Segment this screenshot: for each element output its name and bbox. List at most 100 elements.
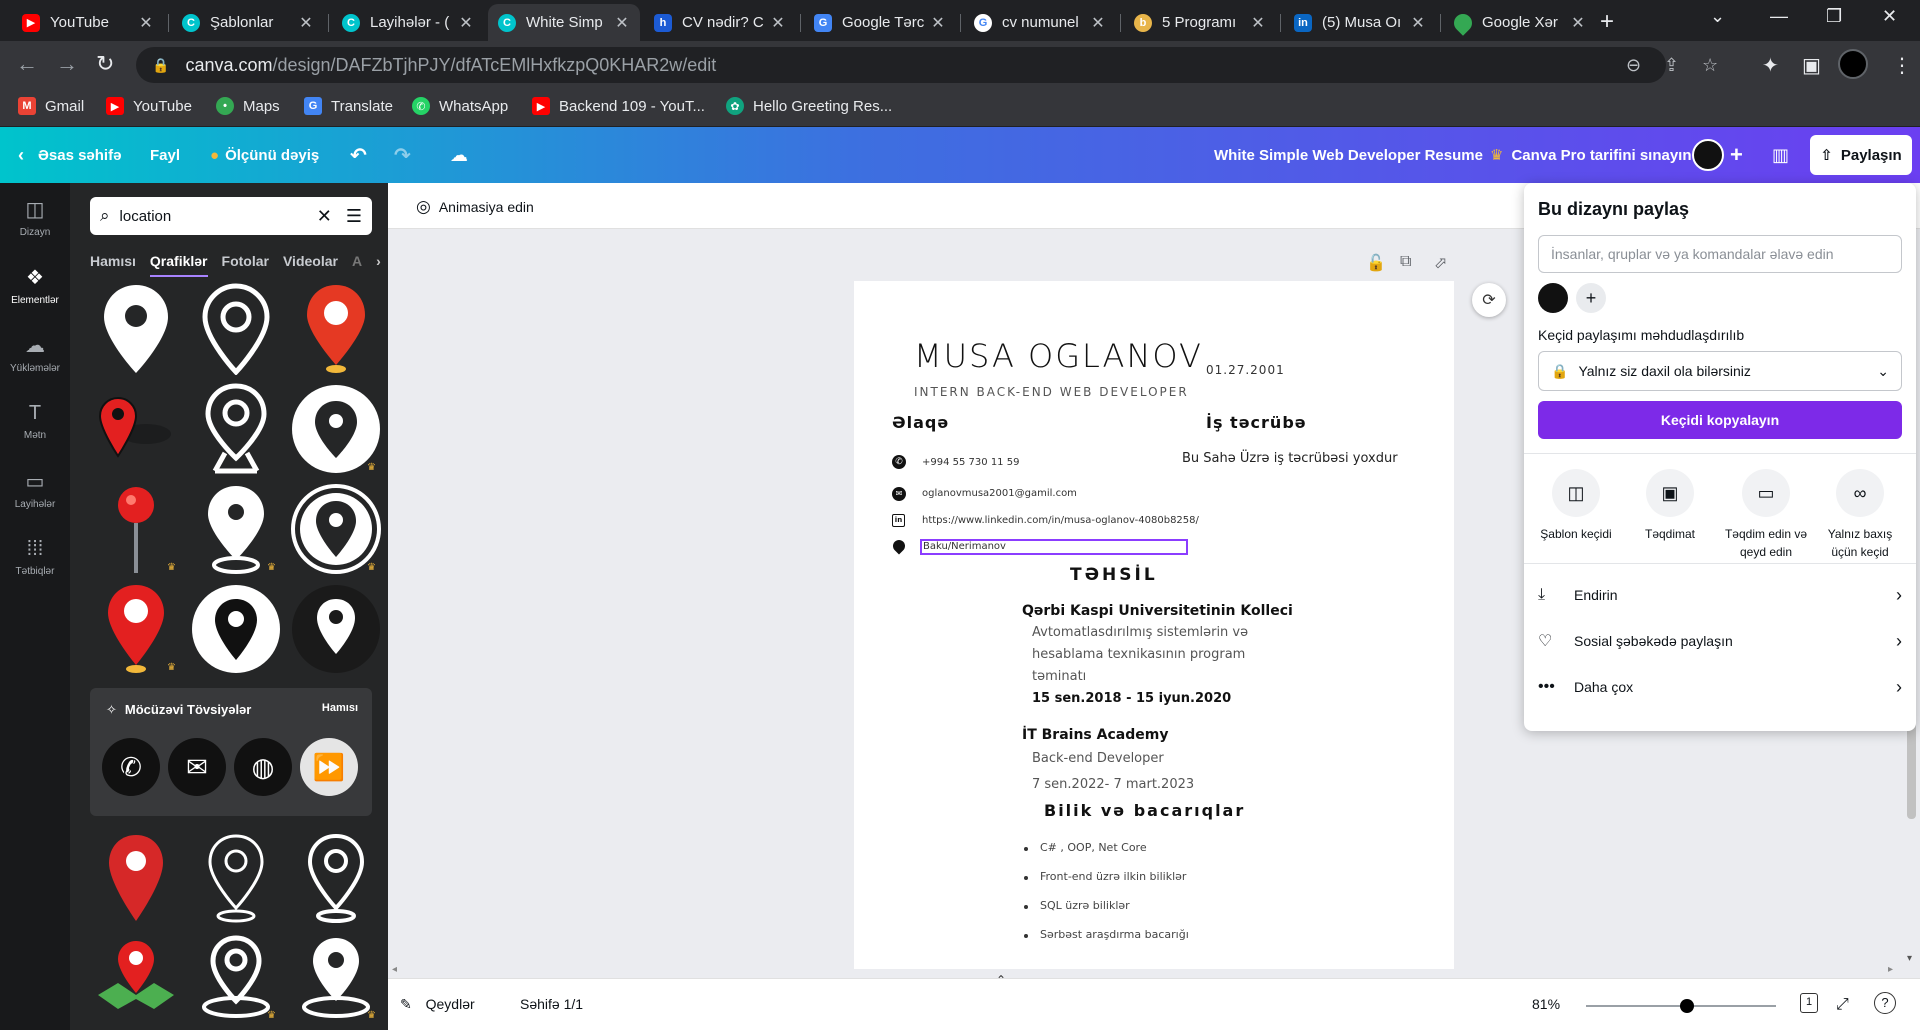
graphic-pin-double-ring[interactable]: ♛ — [288, 481, 384, 577]
lock-page-icon[interactable]: 🔓 — [1366, 253, 1386, 273]
tab-all[interactable]: Hamısı — [90, 253, 136, 277]
close-window-icon[interactable]: ✕ — [1882, 6, 1897, 27]
option-present-record[interactable]: ▭ Təqdim edin və qeyd edin — [1720, 469, 1812, 561]
close-tab-icon[interactable]: ✕ — [770, 13, 786, 33]
contact-phone[interactable]: +994 55 730 11 59 — [922, 457, 1019, 468]
school2-name[interactable]: İT Brains Academy — [1022, 727, 1168, 743]
option-template-link[interactable]: ◫ Şablon keçidi — [1530, 469, 1622, 543]
zoom-level[interactable]: 81% — [1532, 996, 1560, 1012]
bookmark-whatsapp[interactable]: ✆ WhatsApp — [412, 97, 508, 115]
undo-icon[interactable]: ↶ — [350, 127, 367, 183]
skills-heading[interactable]: Bilik və bacarıqlar — [1044, 801, 1245, 820]
skill-item[interactable]: SQL üzrə biliklər — [1040, 899, 1130, 912]
minimize-icon[interactable]: — — [1770, 6, 1788, 27]
resume-name[interactable]: MUSA OGLANOV — [914, 337, 1203, 375]
share-button[interactable]: ⇧ Paylaşın — [1810, 135, 1912, 175]
close-tab-icon[interactable]: ✕ — [930, 13, 946, 33]
reload-icon[interactable]: ↻ — [96, 51, 114, 77]
copy-link-button[interactable]: Keçidi kopyalayın — [1538, 401, 1902, 439]
school1-name[interactable]: Qərbi Kaspi Universitetinin Kolleci — [1022, 603, 1293, 619]
share-people-input[interactable]: İnsanlar, qruplar və ya komandalar əlavə… — [1538, 235, 1902, 273]
close-tab-icon[interactable]: ✕ — [138, 13, 154, 33]
elements-search[interactable]: ⌕ location ✕ ☰ — [90, 197, 372, 235]
graphic-pin-white-ring[interactable]: ♛ — [188, 481, 284, 577]
browser-tab-linkedin[interactable]: in (5) Musa Oı ✕ — [1284, 4, 1436, 41]
bookmark-maps[interactable]: • Maps — [216, 97, 280, 115]
rail-uploads[interactable]: ☁ Yükləmələr — [0, 323, 70, 383]
close-tab-icon[interactable]: ✕ — [614, 13, 630, 33]
search-input[interactable]: location — [120, 208, 317, 225]
link-access-dropdown[interactable]: 🔒 Yalnız siz daxil ola bilərsiniz ⌄ — [1538, 351, 1902, 391]
resume-dob[interactable]: 01.27.2001 — [1206, 363, 1285, 377]
browser-tab-google-translate[interactable]: G Google Tərc ✕ — [804, 4, 956, 41]
browser-tab-5-program[interactable]: b 5 Programı ✕ — [1124, 4, 1276, 41]
graphic-pin-dark-circle[interactable] — [288, 581, 384, 677]
design-title[interactable]: White Simple Web Developer Resume — [1214, 127, 1483, 183]
horizontal-scrollbar[interactable]: ◂ ▸ — [388, 964, 1920, 978]
scroll-left-icon[interactable]: ◂ — [392, 964, 397, 975]
zoom-slider-handle[interactable] — [1680, 999, 1694, 1013]
rail-apps[interactable]: ⁞⁞⁞ Tətbiqlər — [0, 527, 70, 587]
download-row[interactable]: ⤓ Endirin › — [1538, 575, 1902, 615]
help-icon[interactable]: ? — [1874, 992, 1896, 1014]
add-collaborator-icon[interactable]: + — [1730, 127, 1743, 183]
close-tab-icon[interactable]: ✕ — [298, 13, 314, 33]
contact-heading[interactable]: Əlaqə — [892, 413, 949, 432]
insights-icon[interactable]: ▥ — [1772, 127, 1789, 183]
browser-tab-cv-nedir[interactable]: h CV nədir? C ✕ — [644, 4, 796, 41]
collaborator-avatar[interactable] — [1538, 283, 1568, 313]
file-menu[interactable]: Fayl — [150, 127, 180, 183]
page-indicator[interactable]: Səhifə 1/1 — [520, 996, 583, 1012]
option-present[interactable]: ▣ Təqdimat — [1624, 469, 1716, 543]
rail-design[interactable]: ◫ Dizayn — [0, 187, 70, 247]
school2-description[interactable]: Back-end Developer — [1032, 751, 1164, 766]
school2-dates[interactable]: 7 sen.2022- 7 mart.2023 — [1032, 777, 1194, 792]
graphic-pin-outline[interactable] — [188, 281, 284, 377]
profile-avatar[interactable] — [1838, 49, 1868, 79]
add-person-button[interactable]: + — [1576, 283, 1606, 313]
browser-tab-sablonlar[interactable]: C Şablonlar ✕ — [172, 4, 324, 41]
graphic-pin-white-base[interactable]: ♛ — [188, 929, 284, 1025]
school1-description[interactable]: Avtomatlasdırılmış sistemlərin və — [1032, 625, 1248, 640]
close-tab-icon[interactable]: ✕ — [1250, 13, 1266, 33]
rail-elements[interactable]: ❖ Elementlər — [0, 255, 70, 315]
bookmark-hello-greeting[interactable]: ✿ Hello Greeting Res... — [726, 97, 892, 115]
close-tab-icon[interactable]: ✕ — [1090, 13, 1106, 33]
home-button[interactable]: ‹ Əsas səhifə — [18, 127, 121, 183]
school1-dates[interactable]: 15 sen.2018 - 15 iyun.2020 — [1032, 691, 1231, 706]
graphic-pin-circle-white[interactable]: ♛ — [288, 381, 384, 477]
clear-search-icon[interactable]: ✕ — [317, 206, 332, 227]
school1-description[interactable]: təminatı — [1032, 669, 1086, 684]
scroll-down-icon[interactable]: ▾ — [1907, 953, 1912, 964]
graphic-pin-circle-black[interactable] — [188, 581, 284, 677]
experience-text[interactable]: Bu Sahə Üzrə iş təcrübəsi yoxdur — [1182, 451, 1398, 466]
resume-role[interactable]: INTERN BACK-END WEB DEVELOPER — [914, 385, 1189, 399]
experience-heading[interactable]: İş təcrübə — [1206, 413, 1307, 432]
page-grid-button[interactable]: 1 — [1800, 993, 1818, 1013]
contact-location[interactable]: Baku/Nerimanov — [923, 541, 1006, 552]
skill-item[interactable]: Front-end üzrə ilkin biliklər — [1040, 870, 1186, 883]
back-icon[interactable]: ← — [16, 51, 38, 77]
graphic-pin-outline-ring-2[interactable] — [288, 831, 384, 927]
tab-search-icon[interactable]: ⌄ — [1710, 6, 1725, 27]
duplicate-page-icon[interactable]: ⧉ — [1400, 253, 1411, 271]
tab-graphics[interactable]: Qrafiklər — [149, 253, 208, 277]
skill-item[interactable]: Sərbəst araşdırma bacarığı — [1040, 928, 1189, 941]
cloud-save-icon[interactable]: ☁ — [450, 127, 468, 183]
contact-email[interactable]: oglanovmusa2001@gamil.com — [922, 488, 1077, 499]
tab-audio[interactable]: A — [352, 253, 362, 277]
zoom-icon[interactable]: ⊖ — [1626, 47, 1641, 83]
browser-tab-google-maps[interactable]: Google Xər ✕ — [1444, 4, 1596, 41]
close-tab-icon[interactable]: ✕ — [1570, 13, 1586, 33]
graphic-pin-red-drop[interactable] — [88, 831, 184, 927]
pro-trial-button[interactable]: ♛ Canva Pro tarifini sınayın — [1490, 127, 1692, 183]
scroll-right-icon[interactable]: ▸ — [1888, 964, 1893, 975]
redo-icon[interactable]: ↷ — [394, 127, 411, 183]
option-view-only-link[interactable]: ∞ Yalnız baxış üçün keçid — [1814, 469, 1906, 561]
fullscreen-icon[interactable]: ⤢ — [1836, 996, 1849, 1014]
new-tab-icon[interactable]: + — [1600, 8, 1614, 36]
bookmark-youtube[interactable]: ▶ YouTube — [106, 97, 192, 115]
add-page-icon[interactable]: ⬀ — [1434, 253, 1447, 273]
refresh-icon[interactable]: ⟳ — [1472, 283, 1506, 317]
resize-button[interactable]: ● Ölçünü dəyiş — [210, 127, 319, 183]
